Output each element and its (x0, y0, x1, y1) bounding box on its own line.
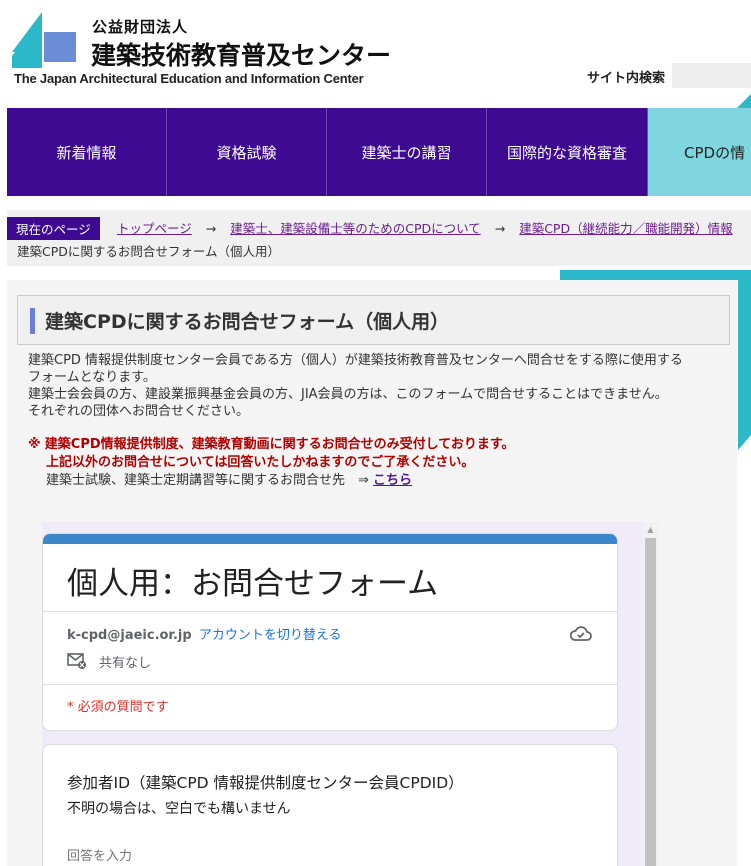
scrollbar-thumb[interactable] (645, 538, 656, 866)
switch-account-link[interactable]: アカウントを切り替える (199, 628, 342, 643)
divider (43, 611, 617, 612)
notice-mark: ※ (28, 437, 41, 452)
question-card: 参加者ID（建築CPD 情報提供制度センター会員CPDID） 不明の場合は、空白… (42, 744, 618, 866)
page-title: 建築CPDに関するお問合せフォーム（個人用） (45, 311, 450, 333)
search-label: サイト内検索 (587, 71, 666, 86)
main-nav: 新着情報 資格試験 建築士の講習 国際的な資格審査 CPDの情 (7, 108, 751, 196)
account-info: k-cpd@jaeic.or.jp アカウントを切り替える (67, 624, 341, 643)
notice-plain-line: 建築士試験、建築士定期講習等に関するお問合せ先 ⇒ (46, 473, 369, 488)
description-line: それぞれの団体へお問合せください。 (28, 404, 250, 419)
search-input[interactable] (672, 63, 751, 88)
cloud-saved-icon (569, 626, 592, 641)
answer-input[interactable] (67, 849, 357, 864)
breadcrumb-link-cpd-about[interactable]: 建築士、建築設備士等のためのCPDについて (230, 221, 481, 236)
account-email: k-cpd@jaeic.or.jp (67, 628, 192, 643)
notice-red-line-2: 上記以外のお問合せについては回答いたしかねますのでご了承ください。 (46, 455, 475, 470)
nav-item-exams[interactable]: 資格試験 (167, 108, 327, 196)
breadcrumb-link-cpd-info[interactable]: 建築CPD（継続能力／職能開発）情報 (519, 221, 732, 236)
breadcrumb-arrow: → (205, 221, 217, 236)
notice-link[interactable]: こちら (373, 473, 412, 488)
description-line: 建築CPD 情報提供制度センター会員である方（個人）が建築技術教育普及センターへ… (28, 353, 683, 368)
divider (43, 684, 617, 685)
title-accent-bar (30, 308, 35, 334)
description-line: 建築士会会員の方、建設業振興基金会員の方、JIA会員の方は、このフォームで問合せ… (28, 387, 668, 402)
org-english-name: The Japan Architectural Education and In… (14, 71, 364, 86)
breadcrumb-label: 現在のページ (7, 217, 100, 240)
page-description: 建築CPD 情報提供制度センター会員である方（個人）が建築技術教育普及センターへ… (28, 352, 683, 420)
not-shared-icon (67, 653, 86, 669)
nav-item-international[interactable]: 国際的な資格審査 (487, 108, 648, 196)
question-help: 不明の場合は、空白でも構いません (67, 801, 291, 817)
description-line: フォームとなります。 (28, 370, 156, 385)
breadcrumb-arrow: → (494, 221, 506, 236)
site-header: 公益財団法人 建築技術教育普及センター The Japan Architectu… (0, 0, 751, 108)
org-subtitle: 公益財団法人 (92, 18, 189, 36)
breadcrumb-trail: トップページ → 建築士、建築設備士等のためのCPDについて → 建築CPD（継… (117, 218, 733, 237)
breadcrumb: 現在のページ トップページ → 建築士、建築設備士等のためのCPDについて → … (7, 210, 751, 266)
form-header-card: 個人用：お問合せフォーム k-cpd@jaeic.or.jp アカウントを切り替… (42, 533, 618, 731)
scroll-up-icon[interactable]: ▲ (643, 522, 658, 537)
required-note: * 必須の質問です (67, 700, 169, 715)
page-title-box: 建築CPDに関するお問合せフォーム（個人用） (17, 295, 730, 345)
logo-icon[interactable] (12, 12, 78, 68)
nav-corner-decoration (737, 94, 751, 108)
nav-item-courses[interactable]: 建築士の講習 (327, 108, 487, 196)
breadcrumb-link-top[interactable]: トップページ (117, 221, 192, 236)
nav-item-cpd[interactable]: CPDの情 (648, 108, 751, 196)
org-name[interactable]: 建築技術教育普及センター (91, 36, 391, 72)
share-status: 共有なし (99, 656, 152, 671)
question-title: 参加者ID（建築CPD 情報提供制度センター会員CPDID） (67, 774, 464, 792)
form-title: 個人用：お問合せフォーム (67, 566, 439, 602)
notice-red-line-1: 建築CPD情報提供制度、建築教育動画に関するお問合せのみ受付しております。 (44, 437, 515, 452)
form-accent-bar (43, 534, 617, 544)
nav-item-news[interactable]: 新着情報 (7, 108, 167, 196)
notice: ※ 建築CPD情報提供制度、建築教育動画に関するお問合せのみ受付しております。 … (28, 436, 515, 490)
breadcrumb-current: 建築CPDに関するお問合せフォーム（個人用） (17, 244, 281, 259)
